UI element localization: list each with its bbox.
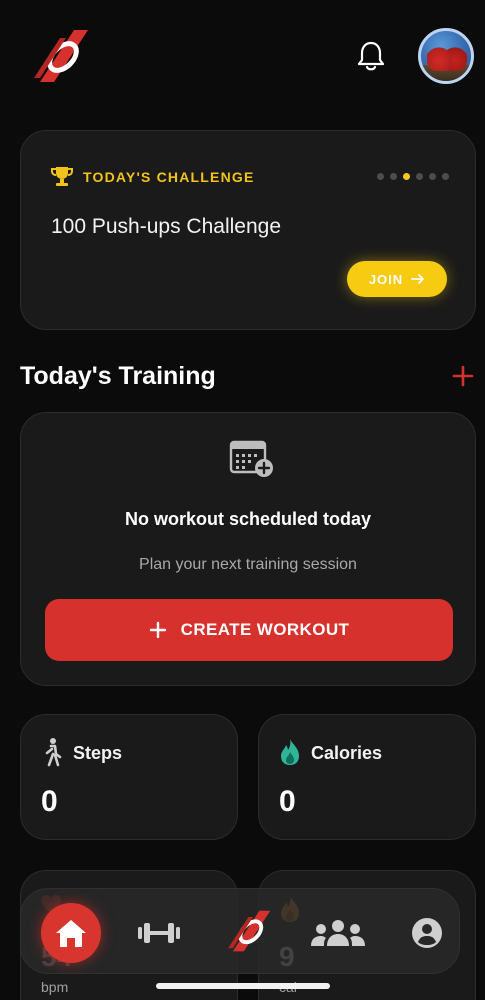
create-workout-button[interactable]: CREATE WORKOUT: [45, 599, 453, 661]
calories-card[interactable]: Calories 0: [258, 714, 476, 840]
training-card: No workout scheduled today Plan your nex…: [20, 412, 476, 686]
calories-label: Calories: [311, 743, 383, 763]
heart-rate-unit: bpm: [41, 979, 69, 995]
create-workout-label: CREATE WORKOUT: [180, 620, 350, 639]
dashboard-screen: TODAY'S CHALLENGE 100 Push-ups Challenge…: [0, 0, 485, 1000]
calendar-add-icon: [229, 439, 275, 479]
section-title: Today's Training: [20, 362, 216, 390]
carousel-dots[interactable]: [377, 173, 449, 180]
calories-value: 0: [279, 785, 296, 818]
bell-icon[interactable]: [356, 40, 386, 72]
challenge-title: 100 Push-ups Challenge: [51, 215, 281, 238]
carousel-dot[interactable]: [442, 173, 449, 180]
home-indicator[interactable]: [156, 983, 330, 989]
challenge-label: TODAY'S CHALLENGE: [83, 169, 255, 185]
brand-logo-icon[interactable]: [30, 26, 94, 86]
join-button[interactable]: JOIN: [347, 261, 447, 297]
challenge-card[interactable]: TODAY'S CHALLENGE 100 Push-ups Challenge…: [20, 130, 476, 330]
dumbbell-icon: [138, 923, 180, 943]
nav-profile[interactable]: [411, 917, 443, 949]
join-label: JOIN: [368, 271, 404, 287]
empty-state-subtitle: Plan your next training session: [139, 556, 357, 573]
carousel-dot-active[interactable]: [403, 173, 410, 180]
plus-icon: [149, 621, 166, 639]
nav-brand[interactable]: [225, 907, 275, 955]
empty-state-title: No workout scheduled today: [124, 509, 372, 529]
bottom-nav: [20, 888, 460, 974]
carousel-dot[interactable]: [390, 173, 397, 180]
profile-icon: [412, 918, 442, 948]
nav-community[interactable]: [309, 917, 367, 949]
steps-value: 0: [41, 785, 58, 818]
avatar[interactable]: [418, 28, 474, 84]
nav-home[interactable]: [41, 903, 101, 963]
flame-icon: [279, 737, 301, 767]
nav-workouts[interactable]: [137, 917, 181, 949]
walking-icon: [41, 737, 63, 767]
arrow-right-icon: [411, 274, 425, 284]
trophy-icon: [51, 165, 73, 187]
add-workout-plus-icon[interactable]: [452, 364, 474, 388]
carousel-dot[interactable]: [377, 173, 384, 180]
carousel-dot[interactable]: [416, 173, 423, 180]
steps-card[interactable]: Steps 0: [20, 714, 238, 840]
steps-label: Steps: [73, 743, 123, 763]
carousel-dot[interactable]: [429, 173, 436, 180]
community-icon: [311, 920, 365, 946]
brand-logo-icon: [228, 910, 271, 952]
home-icon: [56, 920, 86, 947]
